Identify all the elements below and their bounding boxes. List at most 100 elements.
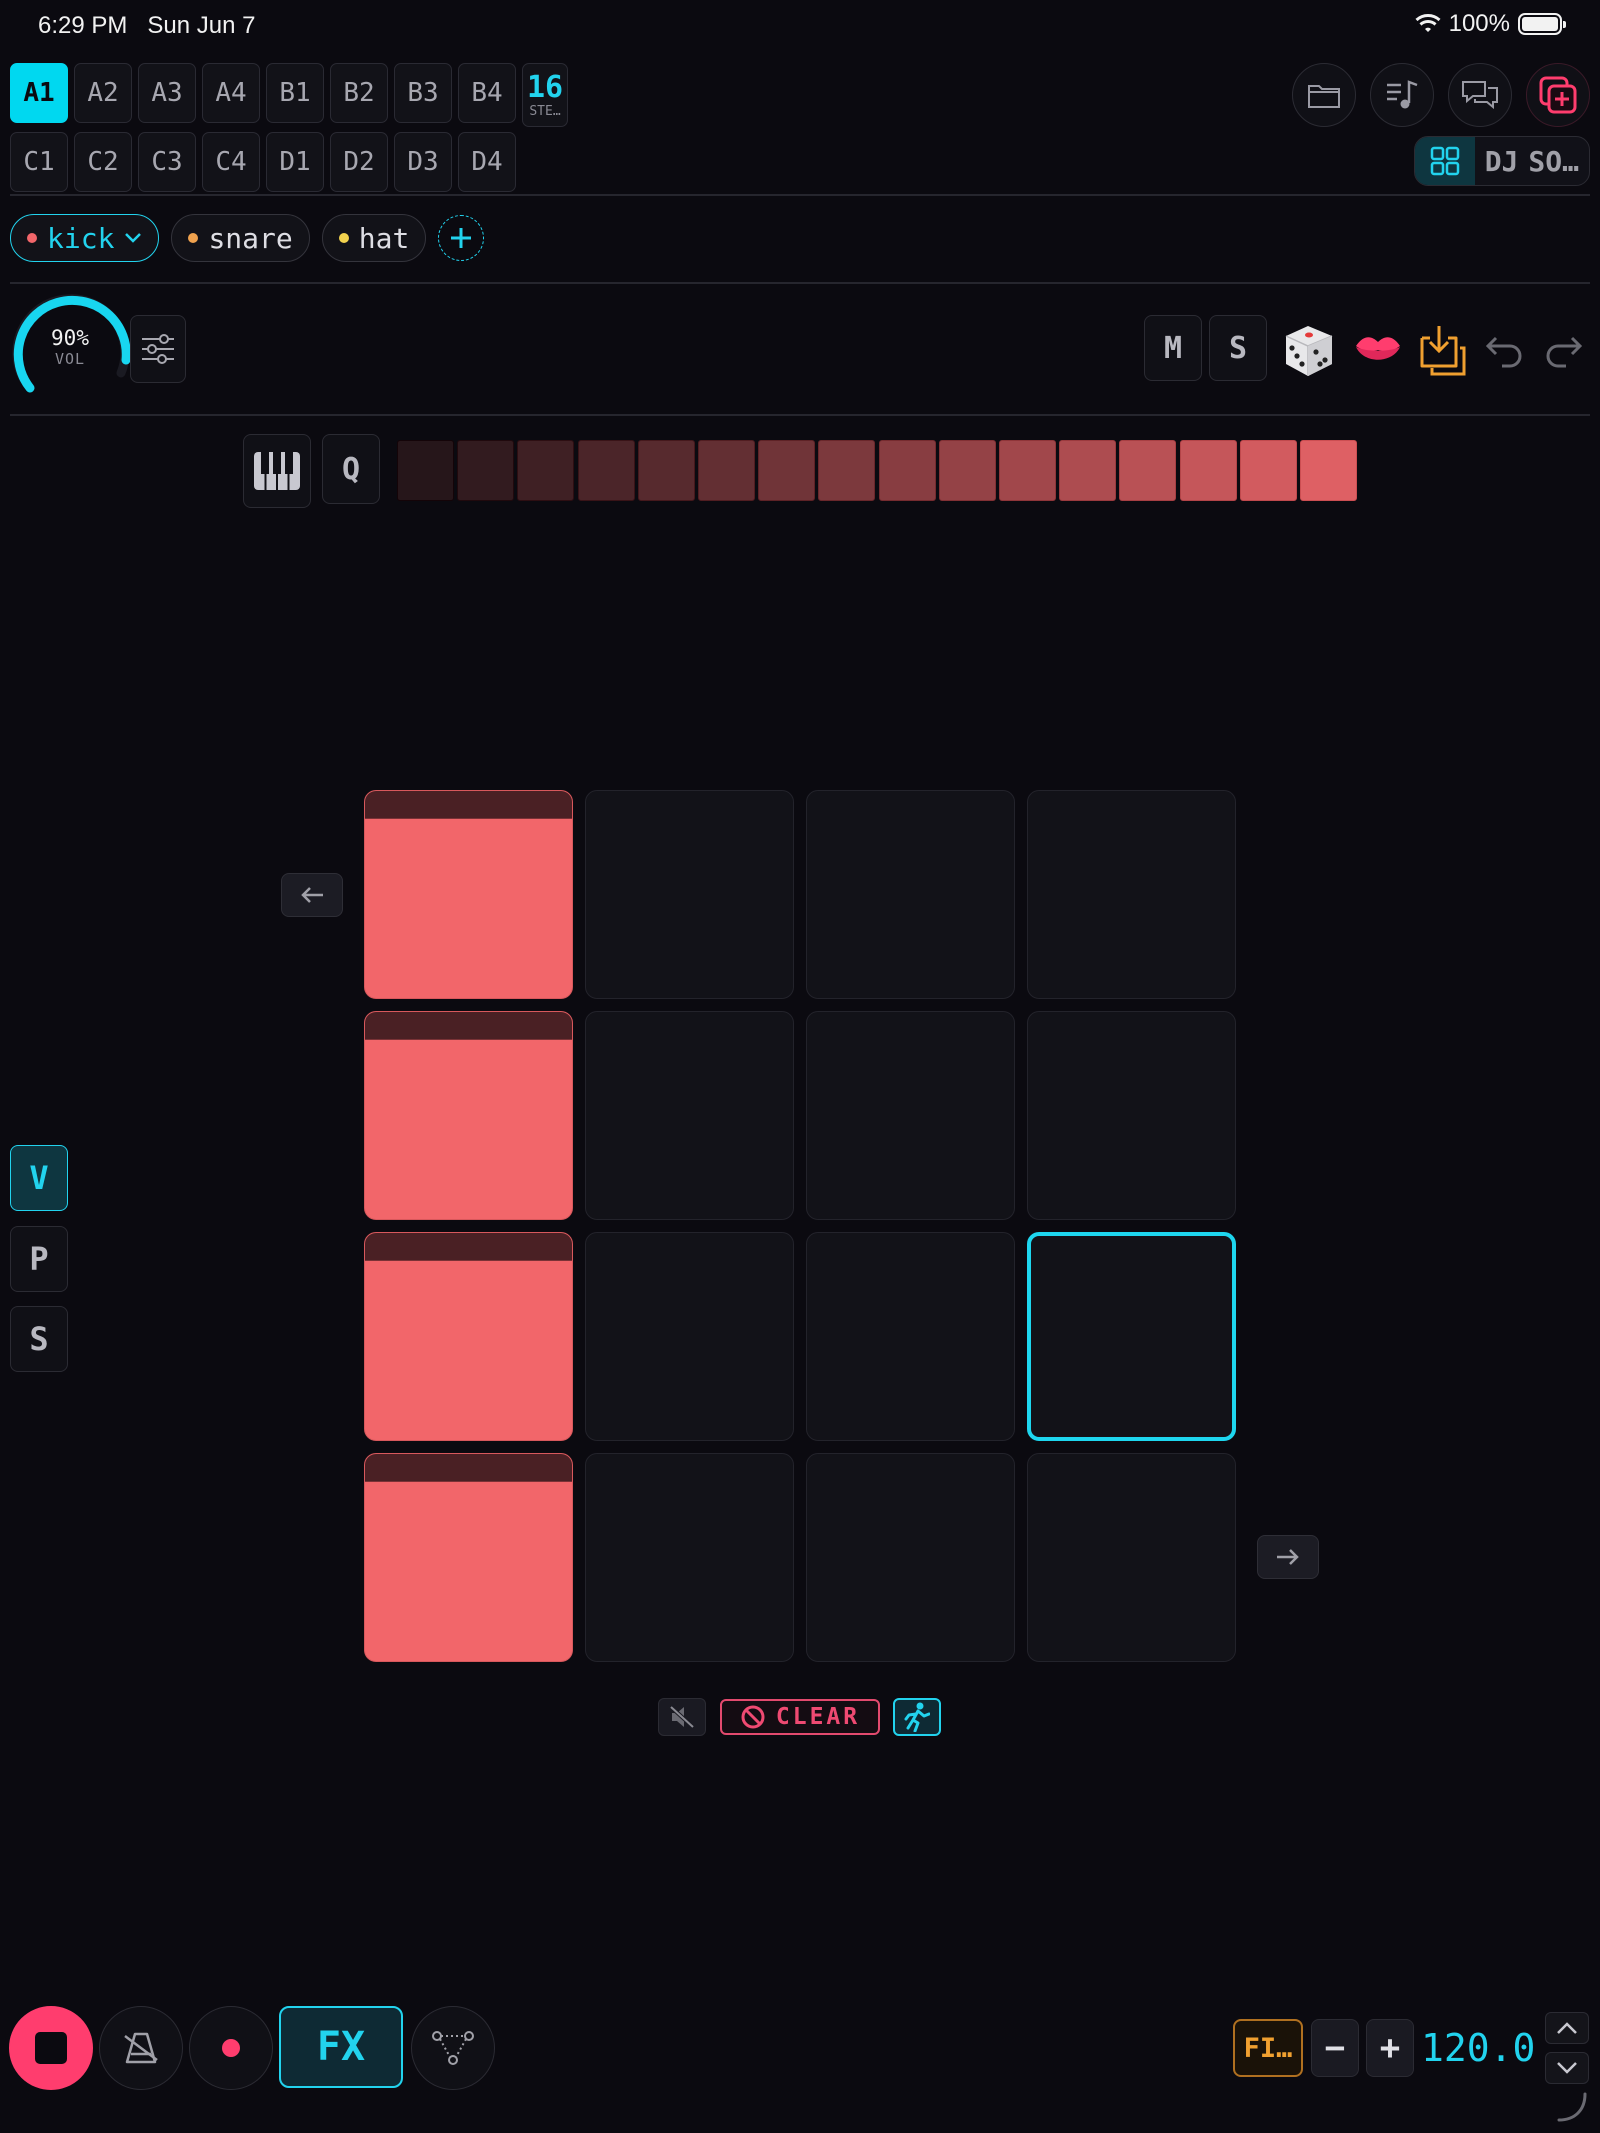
- tempo-value[interactable]: 120.0: [1421, 2023, 1541, 2073]
- step-pad-r4-c3[interactable]: [806, 1453, 1015, 1662]
- pattern-c1[interactable]: C1: [10, 132, 68, 192]
- import-sample-button[interactable]: [1418, 322, 1468, 378]
- tempo-increase-button[interactable]: +: [1366, 2019, 1414, 2077]
- velocity-cell-2[interactable]: [457, 440, 515, 501]
- step-pad-r3-c4[interactable]: [1027, 1232, 1236, 1441]
- wifi-icon: [1415, 14, 1441, 32]
- velocity-cell-16[interactable]: [1300, 440, 1357, 501]
- mute-button[interactable]: M: [1144, 315, 1202, 381]
- step-pad-r1-c2[interactable]: [585, 790, 794, 999]
- snare-color-dot: [188, 233, 199, 243]
- pattern-d4[interactable]: D4: [458, 132, 516, 192]
- velocity-cell-15[interactable]: [1239, 440, 1297, 501]
- randomize-dice-button[interactable]: [1278, 320, 1338, 380]
- velocity-cell-7[interactable]: [758, 440, 816, 501]
- swing-mode-button[interactable]: S: [10, 1306, 68, 1372]
- velocity-cell-9[interactable]: [878, 440, 936, 501]
- mute-pattern-button[interactable]: [658, 1698, 706, 1736]
- add-instrument-button[interactable]: [438, 215, 485, 261]
- song-mode-button[interactable]: SO…: [1528, 145, 1589, 178]
- metronome-button[interactable]: [99, 2006, 183, 2090]
- velocity-cell-10[interactable]: [938, 440, 996, 501]
- pattern-d2[interactable]: D2: [330, 132, 388, 192]
- grid-view-button[interactable]: [1414, 137, 1475, 185]
- step-pad-r2-c1[interactable]: [364, 1011, 573, 1220]
- volume-knob[interactable]: 90% VOL: [8, 288, 132, 398]
- pattern-b3[interactable]: B3: [394, 63, 452, 123]
- tempo-decrease-button[interactable]: −: [1311, 2019, 1359, 2077]
- tempo-up-button[interactable]: [1545, 2012, 1589, 2044]
- pad-cap: [365, 1012, 572, 1040]
- instrument-tab-kick[interactable]: kick: [10, 214, 160, 262]
- step-pad-r4-c1[interactable]: [364, 1453, 573, 1662]
- record-dot-icon: [222, 2039, 240, 2057]
- pattern-a3[interactable]: A3: [138, 63, 196, 123]
- pattern-c2[interactable]: C2: [74, 132, 132, 192]
- clear-button[interactable]: CLEAR: [720, 1699, 880, 1735]
- fill-button[interactable]: FI…: [1233, 2019, 1303, 2077]
- velocity-cell-8[interactable]: [818, 440, 876, 501]
- instrument-tab-hat[interactable]: hat: [321, 214, 427, 262]
- step-pad-r1-c1[interactable]: [364, 790, 573, 999]
- velocity-cell-1[interactable]: [397, 440, 454, 501]
- step-pad-r2-c4[interactable]: [1027, 1011, 1236, 1220]
- step-pad-r3-c1[interactable]: [364, 1232, 573, 1441]
- velocity-cell-3[interactable]: [517, 440, 575, 501]
- follow-playhead-button[interactable]: [893, 1698, 941, 1736]
- undo-button[interactable]: [1484, 330, 1524, 370]
- next-page-button[interactable]: [1257, 1535, 1319, 1579]
- add-layer-button[interactable]: [1526, 63, 1590, 127]
- humanize-lips-button[interactable]: [1354, 330, 1402, 368]
- instrument-tab-snare[interactable]: snare: [171, 214, 310, 262]
- fx-button[interactable]: FX: [279, 2006, 403, 2088]
- solo-button[interactable]: S: [1209, 315, 1267, 381]
- pattern-a2[interactable]: A2: [74, 63, 132, 123]
- step-pad-r4-c4[interactable]: [1027, 1453, 1236, 1662]
- step-count-button[interactable]: 16 STE…: [522, 63, 568, 127]
- pattern-a1[interactable]: A1: [10, 63, 68, 123]
- stop-icon: [35, 2032, 67, 2064]
- velocity-cell-12[interactable]: [1059, 440, 1117, 501]
- quantize-button[interactable]: Q: [322, 434, 380, 504]
- pattern-d3[interactable]: D3: [394, 132, 452, 192]
- step-count-label: STE…: [529, 103, 561, 119]
- hat-color-dot: [338, 233, 349, 243]
- velocity-cell-11[interactable]: [999, 440, 1056, 501]
- playlist-button[interactable]: [1370, 63, 1434, 127]
- pitch-mode-button[interactable]: P: [10, 1226, 68, 1292]
- routing-button[interactable]: [411, 2006, 495, 2090]
- piano-keyboard-button[interactable]: [243, 434, 311, 508]
- step-pad-r4-c2[interactable]: [585, 1453, 794, 1662]
- step-pad-r1-c4[interactable]: [1027, 790, 1236, 999]
- step-pad-r3-c2[interactable]: [585, 1232, 794, 1441]
- pattern-d1[interactable]: D1: [266, 132, 324, 192]
- dj-mode-button[interactable]: DJ: [1475, 145, 1529, 178]
- step-pad-r2-c3[interactable]: [806, 1011, 1015, 1220]
- pattern-b2[interactable]: B2: [330, 63, 388, 123]
- record-button[interactable]: [189, 2006, 273, 2090]
- pattern-c3[interactable]: C3: [138, 132, 196, 192]
- metronome-off-icon: [124, 2032, 158, 2064]
- velocity-cell-5[interactable]: [637, 440, 695, 501]
- velocity-mode-button[interactable]: V: [10, 1145, 68, 1211]
- resize-handle[interactable]: [1555, 2090, 1589, 2124]
- velocity-cell-4[interactable]: [577, 440, 635, 501]
- mixer-settings-button[interactable]: [130, 315, 186, 383]
- redo-button[interactable]: [1544, 330, 1584, 370]
- chat-button[interactable]: [1448, 63, 1512, 127]
- stop-button[interactable]: [9, 2006, 93, 2090]
- folder-button[interactable]: [1292, 63, 1356, 127]
- previous-page-button[interactable]: [281, 873, 343, 917]
- step-pad-r1-c3[interactable]: [806, 790, 1015, 999]
- velocity-cell-6[interactable]: [698, 440, 755, 501]
- velocity-cell-14[interactable]: [1179, 440, 1237, 501]
- pattern-a4[interactable]: A4: [202, 63, 260, 123]
- step-pad-r2-c2[interactable]: [585, 1011, 794, 1220]
- tempo-down-button[interactable]: [1545, 2052, 1589, 2084]
- pattern-c4[interactable]: C4: [202, 132, 260, 192]
- pattern-b4[interactable]: B4: [458, 63, 516, 123]
- step-pad-r3-c3[interactable]: [806, 1232, 1015, 1441]
- pattern-b1[interactable]: B1: [266, 63, 324, 123]
- playlist-music-icon: [1387, 80, 1418, 109]
- velocity-cell-13[interactable]: [1119, 440, 1177, 501]
